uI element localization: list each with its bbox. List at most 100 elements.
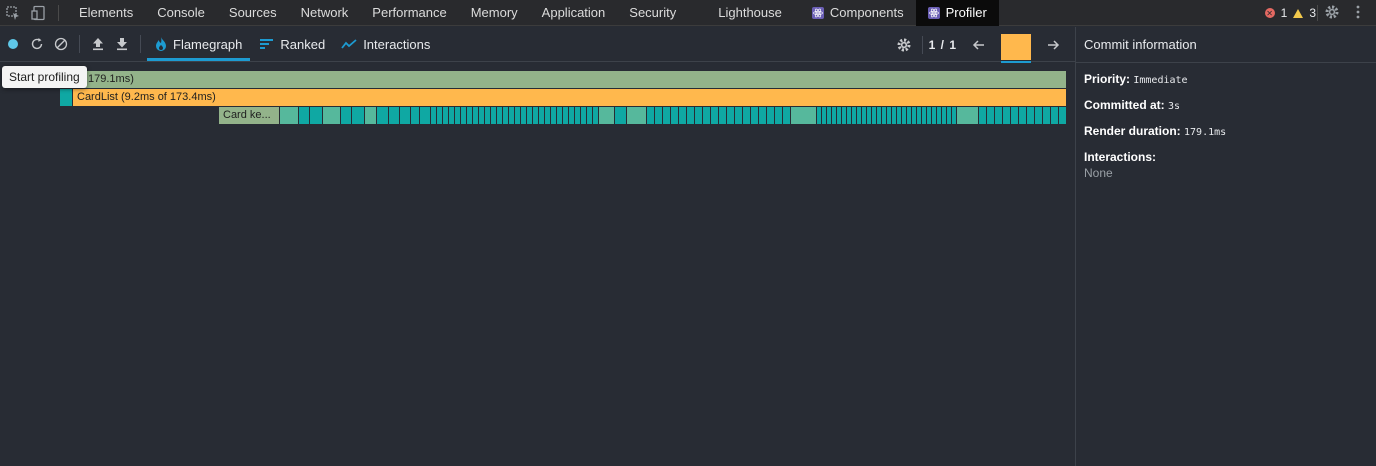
sidebar-title: Commit information <box>1076 27 1376 63</box>
tab-ranked[interactable]: Ranked <box>252 27 333 62</box>
flamegraph-node-card[interactable] <box>280 107 299 124</box>
flamegraph-node-card[interactable] <box>1003 107 1011 124</box>
more-options-icon[interactable] <box>1350 4 1366 23</box>
clear-profiling-button[interactable] <box>49 32 73 56</box>
interactions-label: Interactions: <box>1084 150 1157 164</box>
flamegraph-node-card[interactable] <box>1027 107 1035 124</box>
flamegraph-node-card[interactable] <box>615 107 627 124</box>
device-toolbar-icon[interactable] <box>26 0 52 26</box>
flamegraph-node-card[interactable] <box>671 107 679 124</box>
warning-count: 3 <box>1309 6 1316 20</box>
flamegraph-node-card[interactable] <box>627 107 647 124</box>
tab-profiler[interactable]: Profiler <box>915 0 999 26</box>
tab-console[interactable]: Console <box>145 0 217 26</box>
issue-counts[interactable]: ✕ 1 3 <box>1264 0 1316 26</box>
flamegraph-node-card[interactable] <box>420 107 431 124</box>
flamegraph-node-card[interactable] <box>751 107 759 124</box>
tab-components[interactable]: Components <box>800 0 916 26</box>
tab-memory-label: Memory <box>470 5 518 20</box>
flamegraph-node-card[interactable] <box>663 107 671 124</box>
tab-network-label: Network <box>300 5 349 20</box>
flamegraph-node-card[interactable] <box>1035 107 1043 124</box>
flamegraph-node-card[interactable] <box>979 107 987 124</box>
flamegraph-node-card[interactable] <box>599 107 615 124</box>
tab-interactions[interactable]: Interactions <box>333 27 438 62</box>
tab-security[interactable]: Security <box>617 0 706 26</box>
flamegraph-node-card[interactable] <box>711 107 719 124</box>
tab-memory[interactable]: Memory <box>459 0 530 26</box>
flamegraph-node-card[interactable] <box>759 107 767 124</box>
tab-profiler-label: Profiler <box>945 5 987 20</box>
flamegraph-node-card[interactable] <box>389 107 400 124</box>
tab-lighthouse[interactable]: Lighthouse <box>706 0 800 26</box>
flamegraph-node-card[interactable] <box>1011 107 1019 124</box>
flamegraph-node-root[interactable]: 179.1ms) <box>60 71 1067 88</box>
save-profile-button[interactable] <box>110 32 134 56</box>
tab-application[interactable]: Application <box>530 0 618 26</box>
flamegraph-node-card[interactable] <box>1059 107 1067 124</box>
flamegraph-node-card[interactable] <box>743 107 751 124</box>
flamegraph-node-card[interactable] <box>1051 107 1059 124</box>
flamegraph-node[interactable] <box>60 89 73 106</box>
flamegraph-node-card[interactable] <box>310 107 323 124</box>
flamegraph-node-card[interactable] <box>987 107 995 124</box>
tab-elements[interactable]: Elements <box>67 0 145 26</box>
flamegraph-node-card[interactable] <box>365 107 377 124</box>
flamegraph-node-cardlist[interactable]: CardList (9.2ms of 173.4ms) <box>73 89 1067 106</box>
flamegraph-node-card[interactable] <box>352 107 365 124</box>
flamegraph-node-card[interactable] <box>679 107 687 124</box>
node-label: Card ke... <box>223 109 271 121</box>
flamegraph-node-card[interactable] <box>1043 107 1051 124</box>
previous-commit-button[interactable] <box>967 33 991 57</box>
profiler-settings-button[interactable] <box>892 33 916 57</box>
commit-selector[interactable] <box>1001 30 1031 63</box>
flamegraph-node-card[interactable] <box>400 107 411 124</box>
reload-icon <box>31 38 43 50</box>
tab-ranked-label: Ranked <box>280 36 326 52</box>
clear-icon <box>54 37 68 51</box>
commit-bar[interactable] <box>1001 33 1031 60</box>
arrow-right-icon <box>1048 39 1060 50</box>
start-profiling-tooltip: Start profiling <box>2 66 87 88</box>
toolbar-divider <box>79 35 80 53</box>
flamegraph-node-card[interactable] <box>647 107 655 124</box>
flamegraph-node-card[interactable] <box>411 107 420 124</box>
flamegraph-node-card[interactable] <box>735 107 743 124</box>
flamegraph-node-card[interactable] <box>341 107 352 124</box>
flamegraph-node-card[interactable] <box>775 107 783 124</box>
flamegraph-node-card[interactable] <box>377 107 389 124</box>
tab-flamegraph[interactable]: Flamegraph <box>147 27 251 62</box>
flamegraph-node-card[interactable] <box>299 107 310 124</box>
inspect-element-icon[interactable] <box>0 0 26 26</box>
arrow-left-icon <box>972 39 984 50</box>
flamegraph-chart[interactable]: 179.1ms) CardList (9.2ms of 173.4ms) Car… <box>0 63 1075 466</box>
tab-security-label: Security <box>629 5 677 20</box>
reload-and-profile-button[interactable] <box>25 32 49 56</box>
flamegraph-node-card[interactable] <box>957 107 979 124</box>
flamegraph-node-card[interactable] <box>995 107 1003 124</box>
flamegraph-node-card[interactable] <box>767 107 775 124</box>
committed-at-value: 3s <box>1168 101 1181 112</box>
devtools-tab-bar: Elements Console Sources Network Perform… <box>0 0 1376 26</box>
flamegraph-node-card[interactable] <box>323 107 341 124</box>
settings-gear-icon[interactable] <box>1324 4 1340 23</box>
flamegraph-node-card[interactable] <box>783 107 791 124</box>
flamegraph-node-card[interactable] <box>791 107 817 124</box>
flamegraph-node-card[interactable] <box>695 107 703 124</box>
flamegraph-node-card[interactable] <box>655 107 663 124</box>
warning-icon <box>1293 8 1304 18</box>
flamegraph-node-card[interactable] <box>687 107 695 124</box>
tab-sources[interactable]: Sources <box>217 0 289 26</box>
tab-network[interactable]: Network <box>289 0 361 26</box>
tab-performance[interactable]: Performance <box>360 0 458 26</box>
tab-elements-label: Elements <box>79 5 134 20</box>
next-commit-button[interactable] <box>1041 33 1065 57</box>
flamegraph-node-card[interactable]: Card ke... <box>219 107 280 124</box>
flamegraph-node-card[interactable] <box>727 107 735 124</box>
load-profile-button[interactable] <box>86 32 110 56</box>
flamegraph-node-card[interactable] <box>703 107 711 124</box>
flamegraph-node-card[interactable] <box>1019 107 1027 124</box>
flamegraph-node-card[interactable] <box>719 107 727 124</box>
record-button[interactable] <box>1 32 25 56</box>
react-icon <box>811 6 824 19</box>
